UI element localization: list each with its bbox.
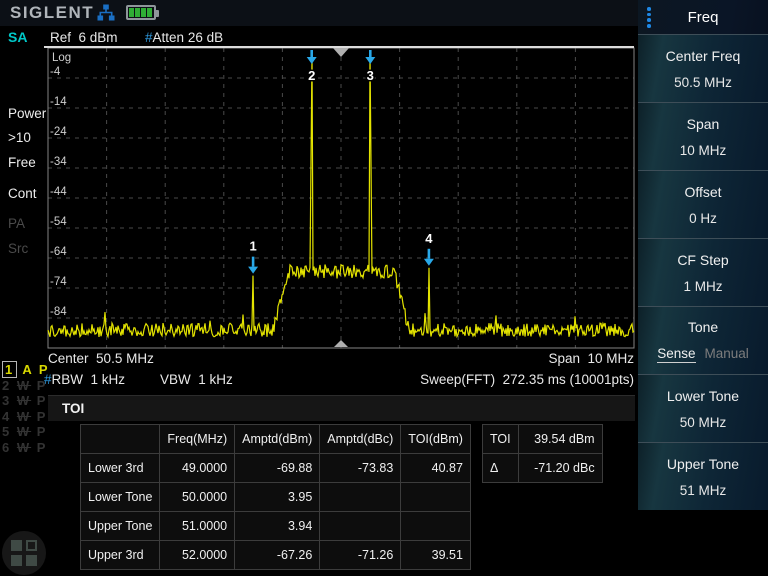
trace-row-4[interactable]: 4 W P (2, 409, 50, 425)
menu-kebab-icon[interactable] (647, 7, 651, 30)
trace-row-2[interactable]: 2 W P (2, 378, 50, 394)
frequency-status-row: Center 50.5 MHz Span 10 MHz (48, 351, 634, 366)
rbw-readout: #RBW 1 kHz (44, 372, 125, 387)
spectrum-display-touch-area[interactable] (48, 48, 634, 348)
menu-button-tone[interactable]: Tone Sense Manual (638, 306, 768, 374)
toi-panel-title: TOI (62, 401, 84, 416)
menu-header[interactable]: Freq (638, 0, 768, 34)
sweep-readout: Sweep(FFT) 272.35 ms (10001pts) (420, 372, 634, 387)
menu-button-offset[interactable]: Offset 0 Hz (638, 170, 768, 238)
toi-row-upper-3rd: Upper 3rd 52.0000 -67.26 -71.26 39.51 (81, 541, 471, 570)
toi-results-table: Freq(MHz) Amptd(dBm) Amptd(dBc) TOI(dBm)… (80, 424, 471, 570)
spectrum-analyzer-screen: SIGLENT SA Ref 6 dBm #Atten 26 dB Power … (0, 0, 768, 576)
tone-option-sense[interactable]: Sense (657, 346, 695, 363)
delta-summary-row: Δ -71.20 dBc (483, 454, 603, 483)
trace-row-6[interactable]: 6 W P (2, 440, 50, 456)
toi-row-lower-3rd: Lower 3rd 49.0000 -69.88 -73.83 40.87 (81, 454, 471, 483)
soft-menu-panel: Freq Center Freq 50.5 MHz Span 10 MHz Of… (638, 0, 768, 576)
menu-button-cf-step[interactable]: CF Step 1 MHz (638, 238, 768, 306)
app-grid-icon (11, 540, 37, 566)
span-readout: Span 10 MHz (548, 351, 634, 366)
menu-button-upper-tone[interactable]: Upper Tone 51 MHz (638, 442, 768, 510)
menu-button-center-freq[interactable]: Center Freq 50.5 MHz (638, 34, 768, 102)
center-freq-readout: Center 50.5 MHz (48, 351, 154, 366)
toi-panel-titlebar: TOI (48, 395, 635, 421)
toi-summary-row: TOI 39.54 dBm (483, 425, 603, 454)
trace-row-3[interactable]: 3 W P (2, 393, 50, 409)
toi-table-header-row: Freq(MHz) Amptd(dBm) Amptd(dBc) TOI(dBm) (81, 425, 471, 454)
trace-legend: 1 A P 2 W P 3 W P 4 W P 5 W P 6 W P (2, 362, 50, 455)
home-button[interactable] (2, 531, 46, 575)
bandwidth-status-row: #RBW 1 kHz VBW 1 kHz Sweep(FFT) 272.35 m… (44, 372, 634, 387)
menu-button-lower-tone[interactable]: Lower Tone 50 MHz (638, 374, 768, 442)
menu-button-span[interactable]: Span 10 MHz (638, 102, 768, 170)
trace-row-1[interactable]: 1 A P (2, 362, 50, 378)
vbw-readout: VBW 1 kHz (160, 372, 233, 387)
toi-summary-table: TOI 39.54 dBm Δ -71.20 dBc (482, 424, 603, 483)
toi-row-upper-tone: Upper Tone 51.0000 3.94 (81, 512, 471, 541)
tone-option-manual[interactable]: Manual (705, 346, 749, 363)
toi-row-lower-tone: Lower Tone 50.0000 3.95 (81, 483, 471, 512)
trace-row-5[interactable]: 5 W P (2, 424, 50, 440)
menu-title: Freq (688, 9, 719, 26)
